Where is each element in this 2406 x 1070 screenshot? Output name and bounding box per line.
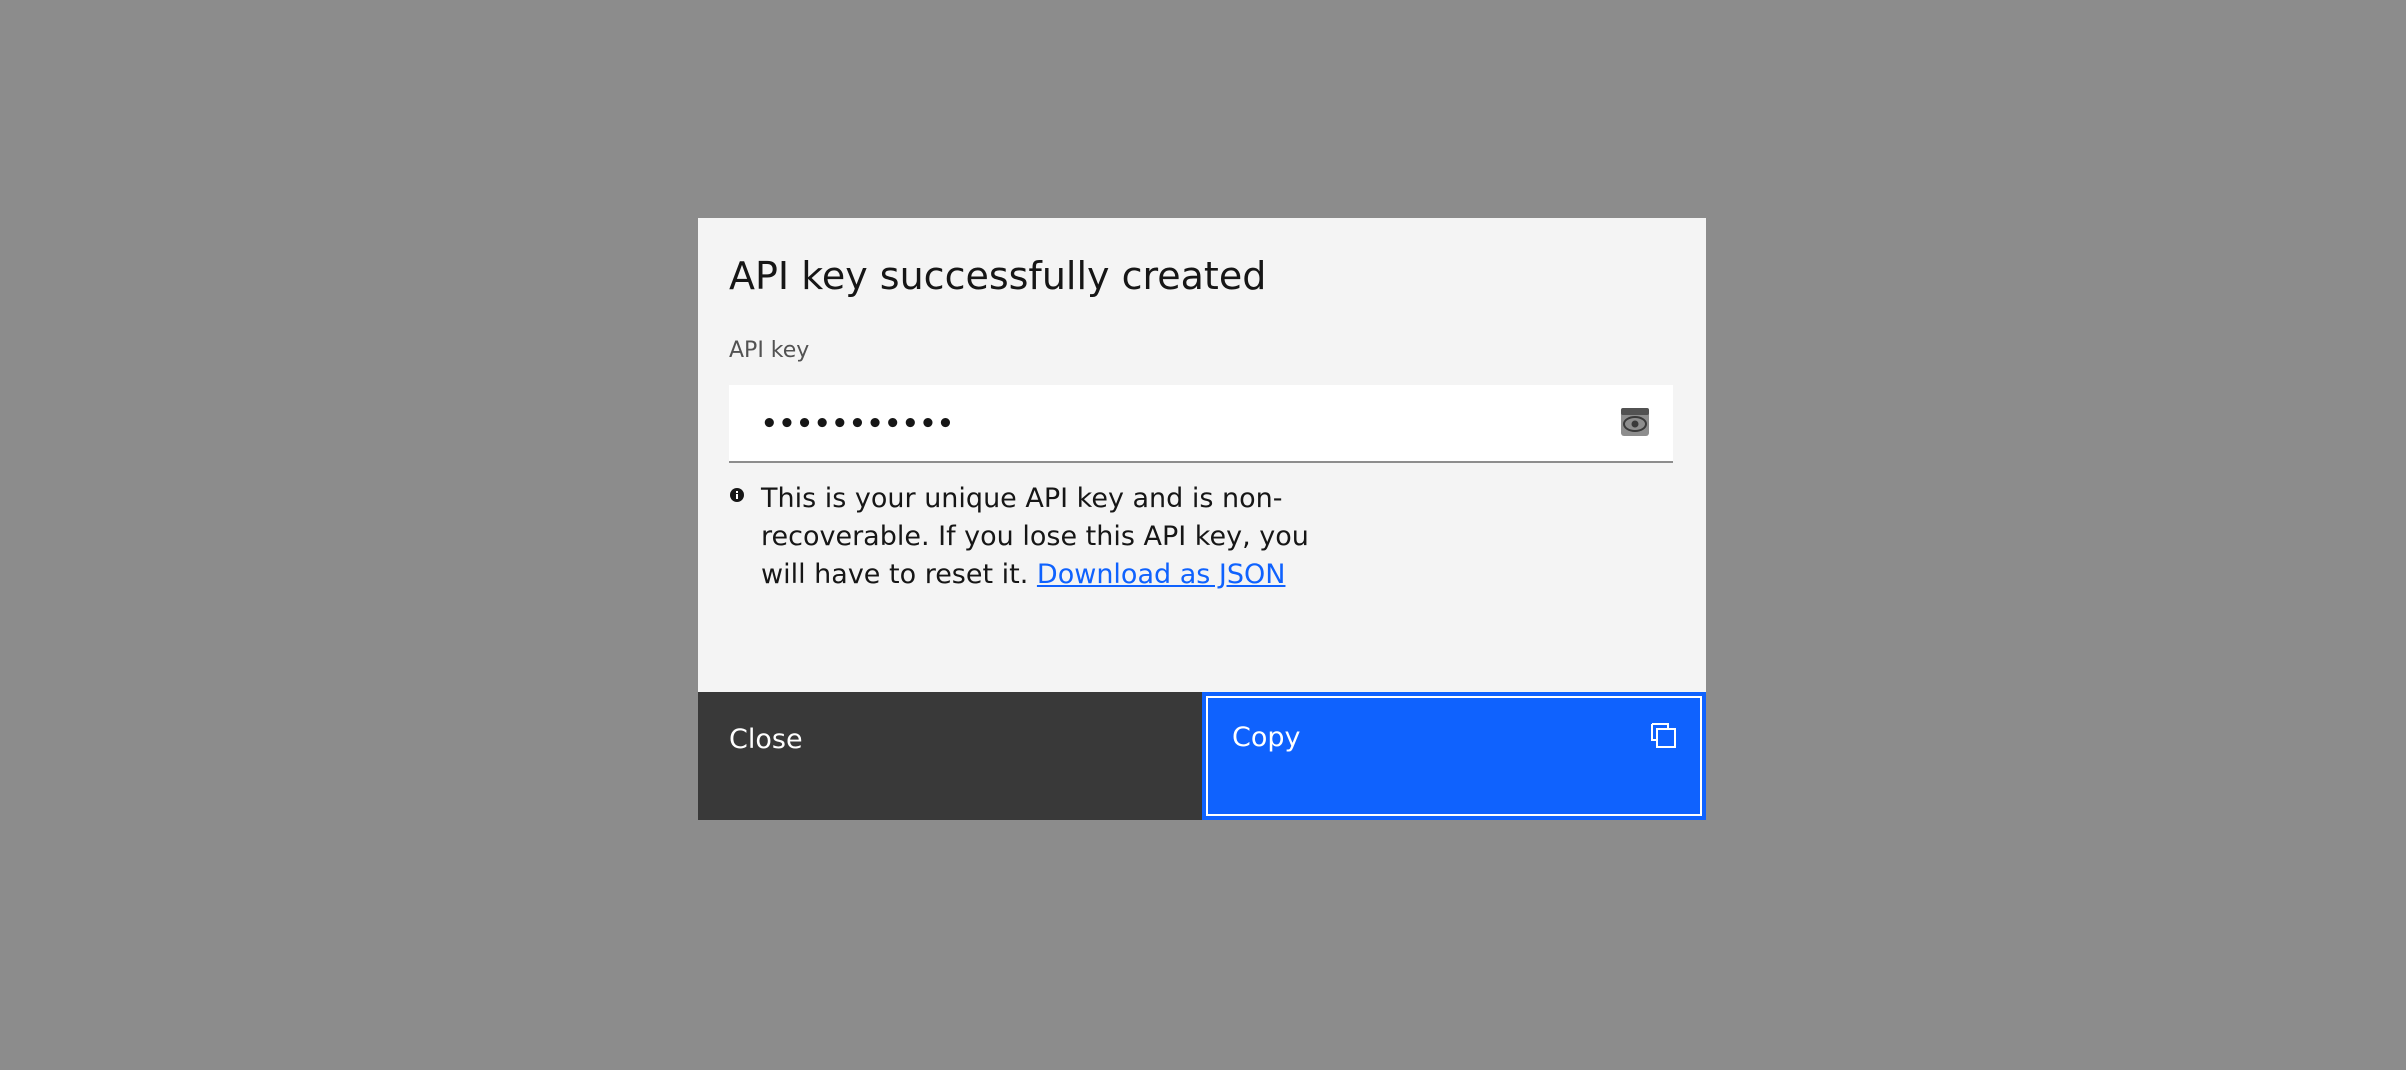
close-button-label: Close	[729, 724, 803, 755]
copy-icon	[1648, 720, 1680, 752]
copy-button[interactable]: Copy	[1202, 692, 1706, 820]
eye-icon[interactable]	[1619, 406, 1651, 438]
close-button[interactable]: Close	[698, 692, 1202, 820]
copy-button-focus-ring	[1206, 696, 1702, 816]
api-key-modal: API key successfully created API key •••…	[698, 218, 1706, 820]
api-key-label: API key	[729, 338, 810, 363]
helper-text: This is your unique API key and is non-r…	[761, 480, 1361, 594]
download-json-link[interactable]: Download as JSON	[1037, 559, 1286, 590]
api-key-value: •••••••••••	[761, 409, 955, 439]
modal-title: API key successfully created	[729, 254, 1267, 298]
info-icon	[729, 487, 745, 503]
api-key-field[interactable]: •••••••••••	[729, 385, 1673, 463]
copy-button-label: Copy	[1232, 722, 1301, 753]
